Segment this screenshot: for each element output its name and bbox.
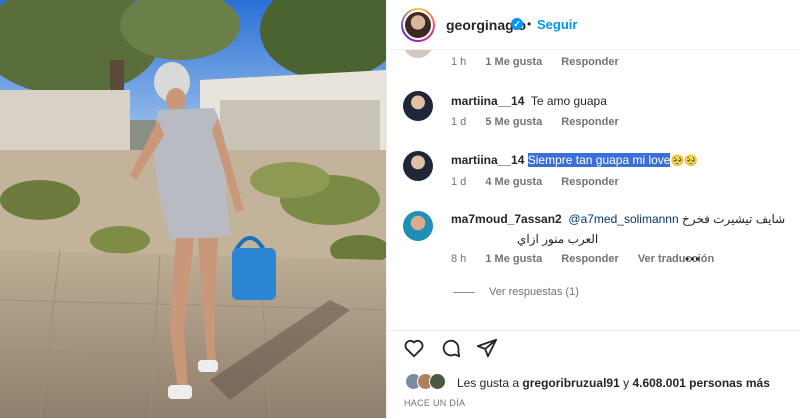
view-replies-label: Ver respuestas (1) xyxy=(489,286,579,298)
comment-icon[interactable] xyxy=(440,337,462,359)
comment-likes[interactable]: 4 Me gusta xyxy=(485,176,542,188)
comment-text: شايف تيشيرت فخرخ xyxy=(682,212,786,226)
comment-body: martiina__14 Te amo guapa xyxy=(451,94,607,108)
comment-avatar[interactable] xyxy=(403,151,433,181)
replies-divider xyxy=(453,291,475,293)
separator-dot: • xyxy=(527,17,532,31)
translate-button[interactable]: Ver traducción xyxy=(638,253,714,265)
comment-time: 1 d xyxy=(451,116,467,128)
more-options-icon[interactable]: ••• xyxy=(685,252,701,266)
follow-button[interactable]: Seguir xyxy=(537,17,577,32)
reply-button[interactable]: Responder xyxy=(561,56,618,68)
comment-likes[interactable]: 1 Me gusta xyxy=(485,56,542,68)
post-timestamp: HACE UN DÍA xyxy=(404,398,466,408)
reply-button[interactable]: Responder xyxy=(561,116,618,128)
reply-button[interactable]: Responder xyxy=(561,176,618,188)
post-header: georginagio ✓ • Seguir xyxy=(387,0,800,50)
share-icon[interactable] xyxy=(476,337,498,359)
comment-avatar[interactable] xyxy=(403,50,433,58)
likes-prefix: Les gusta a xyxy=(457,376,520,390)
likes-user[interactable]: gregoribruzual91 xyxy=(522,376,619,390)
post-photo[interactable] xyxy=(0,0,386,418)
comment-username[interactable]: martiina__14 xyxy=(451,153,524,167)
comment-body: martiina__14 Siempre tan guapa mi love🥺🥺 xyxy=(451,153,698,167)
comment-username[interactable]: martiina__14 xyxy=(451,94,524,108)
comment-meta: 1 h 1 Me gusta Responder xyxy=(451,56,635,68)
comment-time: 1 d xyxy=(451,176,467,188)
likes-count[interactable]: 4.608.001 personas más xyxy=(632,376,769,390)
heart-icon[interactable] xyxy=(403,337,425,359)
post-image xyxy=(0,0,386,418)
post-side-panel: georginagio ✓ • Seguir 1 h 1 Me gusta Re… xyxy=(386,0,800,418)
liker-avatar xyxy=(429,373,446,390)
comment-likes[interactable]: 1 Me gusta xyxy=(485,253,542,265)
comment-avatar[interactable] xyxy=(403,91,433,121)
post-actions: Les gusta a gregoribruzual91 y 4.608.001… xyxy=(387,330,800,419)
comment-time: 1 h xyxy=(451,56,467,68)
comment-avatar[interactable] xyxy=(403,211,433,241)
comment-likes[interactable]: 5 Me gusta xyxy=(485,116,542,128)
verified-badge-icon: ✓ xyxy=(511,18,523,30)
reply-button[interactable]: Responder xyxy=(561,253,618,265)
comment-meta: 1 d 5 Me gusta Responder xyxy=(451,116,635,128)
comment-username[interactable]: ma7moud_7assan2 xyxy=(451,212,562,226)
author-avatar[interactable] xyxy=(401,8,435,42)
comment-time: 8 h xyxy=(451,253,467,265)
comment-body: ma7moud_7assan2 @a7med_solimannn شايف تي… xyxy=(451,212,785,226)
comment-text: Te amo guapa xyxy=(530,94,607,108)
view-replies-button[interactable]: Ver respuestas (1) xyxy=(453,286,579,298)
comment-text-highlighted: Siempre tan guapa mi love xyxy=(527,153,671,167)
likes-suffix: y xyxy=(623,376,630,390)
emoji-icon: 🥺🥺 xyxy=(670,155,698,167)
likes-summary[interactable]: Les gusta a gregoribruzual91 y 4.608.001… xyxy=(457,376,770,390)
comment-mention[interactable]: @a7med_solimannn xyxy=(568,212,678,226)
comment-meta: 1 d 4 Me gusta Responder xyxy=(451,176,635,188)
comment-text-line-2: العرب منور ازاي xyxy=(517,232,599,246)
comments-list[interactable]: 1 h 1 Me gusta Responder martiina__14 Te… xyxy=(387,50,800,330)
